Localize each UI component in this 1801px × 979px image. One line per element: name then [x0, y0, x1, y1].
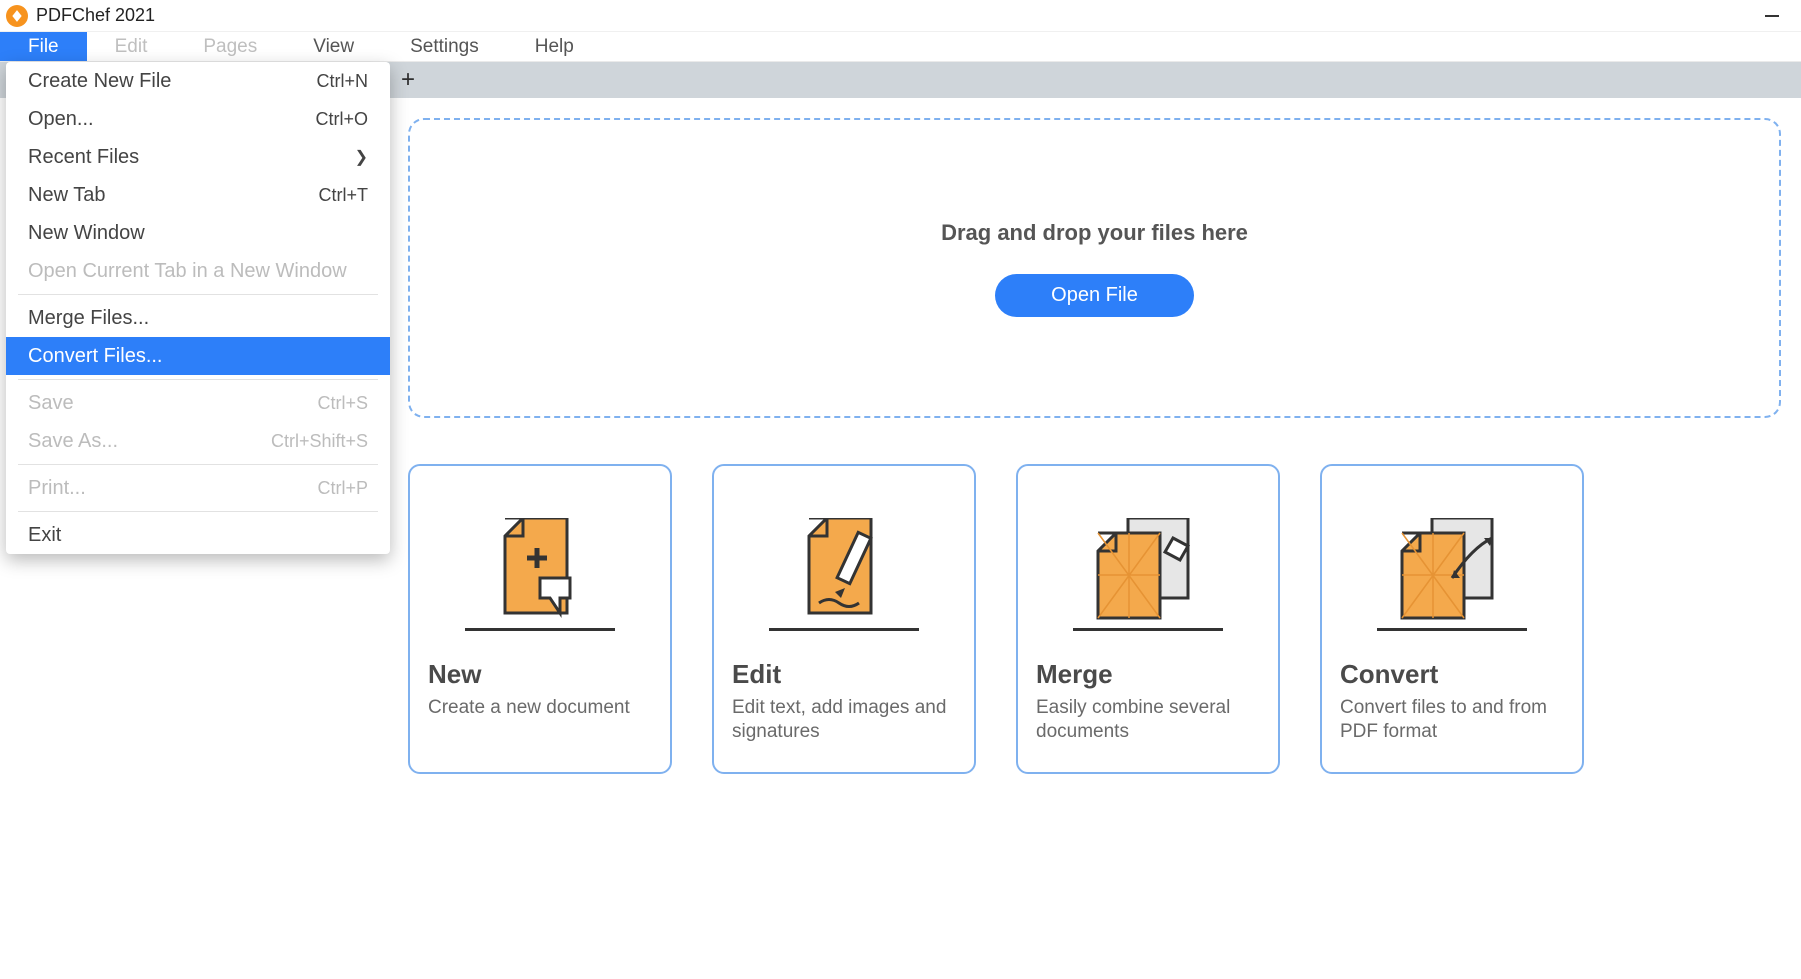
card-convert-desc: Convert files to and from PDF format — [1340, 696, 1564, 744]
window-minimize-button[interactable] — [1749, 0, 1795, 32]
merge-documents-icon — [1036, 484, 1260, 628]
card-merge-title: Merge — [1036, 659, 1260, 690]
menu-item-label: Open... — [28, 108, 94, 131]
file-menu-open-current-tab: Open Current Tab in a New Window — [6, 252, 390, 290]
new-tab-button[interactable]: + — [392, 64, 424, 96]
card-new-desc: Create a new document — [428, 696, 652, 720]
menu-separator — [18, 379, 378, 380]
tab-bar: + — [388, 62, 1801, 98]
menu-separator — [18, 464, 378, 465]
menu-item-shortcut: Ctrl+N — [316, 71, 368, 92]
card-convert[interactable]: Convert Convert files to and from PDF fo… — [1320, 464, 1584, 774]
menu-item-shortcut: Ctrl+Shift+S — [271, 431, 368, 452]
menu-item-label: Merge Files... — [28, 307, 149, 330]
app-title: PDFChef 2021 — [36, 5, 155, 26]
open-file-button[interactable]: Open File — [995, 274, 1194, 317]
card-divider — [1377, 628, 1527, 631]
card-merge-desc: Easily combine several documents — [1036, 696, 1260, 744]
menu-help[interactable]: Help — [507, 32, 602, 61]
main-area: Drag and drop your files here Open File … — [388, 98, 1801, 979]
file-menu-convert-files[interactable]: Convert Files... — [6, 337, 390, 375]
card-new-title: New — [428, 659, 652, 690]
menu-item-shortcut: Ctrl+O — [315, 109, 368, 130]
menu-edit[interactable]: Edit — [87, 32, 176, 61]
card-new[interactable]: New Create a new document — [408, 464, 672, 774]
menu-bar: File Edit Pages View Settings Help — [0, 32, 1801, 62]
card-convert-title: Convert — [1340, 659, 1564, 690]
file-menu-merge-files[interactable]: Merge Files... — [6, 299, 390, 337]
menu-item-label: Convert Files... — [28, 345, 162, 368]
file-menu-dropdown: Create New File Ctrl+N Open... Ctrl+O Re… — [6, 62, 390, 554]
menu-item-label: Exit — [28, 524, 61, 547]
menu-item-label: New Window — [28, 222, 145, 245]
app-icon — [6, 5, 28, 27]
menu-item-label: Print... — [28, 477, 86, 500]
card-divider — [769, 628, 919, 631]
menu-item-label: Create New File — [28, 70, 171, 93]
card-edit-title: Edit — [732, 659, 956, 690]
menu-item-label: Open Current Tab in a New Window — [28, 260, 347, 283]
file-menu-new-window[interactable]: New Window — [6, 214, 390, 252]
menu-separator — [18, 294, 378, 295]
menu-item-shortcut: Ctrl+P — [317, 478, 368, 499]
menu-item-label: Save — [28, 392, 74, 415]
file-menu-open[interactable]: Open... Ctrl+O — [6, 100, 390, 138]
menu-item-label: Save As... — [28, 430, 118, 453]
file-menu-recent-files[interactable]: Recent Files ❯ — [6, 138, 390, 176]
menu-separator — [18, 511, 378, 512]
convert-documents-icon — [1340, 484, 1564, 628]
menu-pages[interactable]: Pages — [175, 32, 285, 61]
menu-item-shortcut: Ctrl+T — [319, 185, 369, 206]
card-divider — [1073, 628, 1223, 631]
card-merge[interactable]: Merge Easily combine several documents — [1016, 464, 1280, 774]
card-edit-desc: Edit text, add images and signatures — [732, 696, 956, 744]
plus-icon: + — [401, 66, 415, 94]
file-menu-save-as: Save As... Ctrl+Shift+S — [6, 422, 390, 460]
card-edit[interactable]: Edit Edit text, add images and signature… — [712, 464, 976, 774]
menu-item-label: Recent Files — [28, 146, 139, 169]
file-menu-create-new-file[interactable]: Create New File Ctrl+N — [6, 62, 390, 100]
menu-item-label: New Tab — [28, 184, 105, 207]
menu-item-shortcut: Ctrl+S — [317, 393, 368, 414]
file-menu-exit[interactable]: Exit — [6, 516, 390, 554]
drop-zone[interactable]: Drag and drop your files here Open File — [408, 118, 1781, 418]
card-divider — [465, 628, 615, 631]
menu-settings[interactable]: Settings — [382, 32, 507, 61]
chevron-right-icon: ❯ — [355, 147, 368, 167]
file-menu-new-tab[interactable]: New Tab Ctrl+T — [6, 176, 390, 214]
new-document-icon — [428, 484, 652, 628]
cards-row: New Create a new document Edit Edit text — [408, 464, 1781, 774]
menu-view[interactable]: View — [285, 32, 382, 61]
drop-zone-text: Drag and drop your files here — [941, 220, 1248, 246]
menu-file[interactable]: File — [0, 32, 87, 61]
file-menu-save: Save Ctrl+S — [6, 384, 390, 422]
edit-document-icon — [732, 484, 956, 628]
title-bar: PDFChef 2021 — [0, 0, 1801, 32]
file-menu-print: Print... Ctrl+P — [6, 469, 390, 507]
